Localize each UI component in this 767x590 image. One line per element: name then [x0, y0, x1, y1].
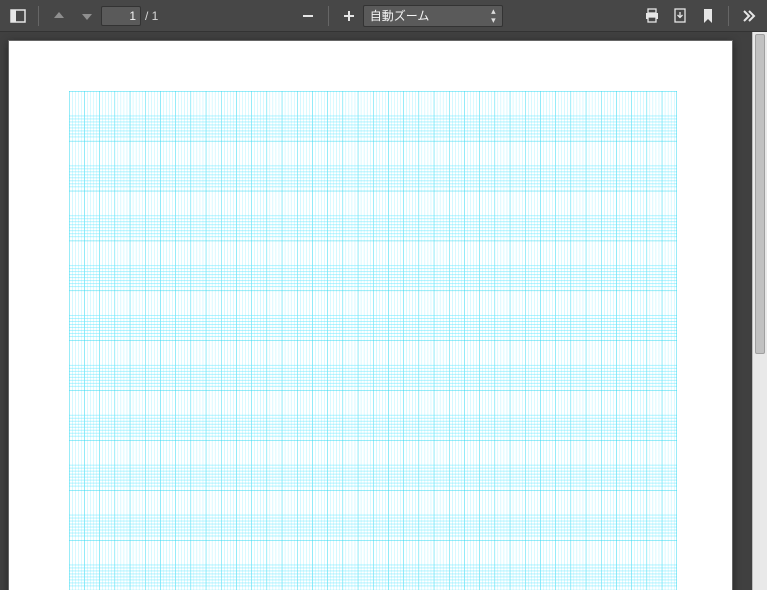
print-icon	[644, 8, 660, 24]
download-button[interactable]	[666, 2, 694, 30]
previous-page-button[interactable]	[45, 2, 73, 30]
zoom-in-button[interactable]	[335, 2, 363, 30]
arrow-down-icon	[80, 9, 94, 23]
page-number-input[interactable]	[101, 6, 141, 26]
download-icon	[672, 8, 688, 24]
separator	[728, 6, 729, 26]
minus-icon	[301, 9, 315, 23]
scrollbar-thumb[interactable]	[755, 34, 765, 354]
separator	[38, 6, 39, 26]
print-button[interactable]	[638, 2, 666, 30]
vertical-scrollbar[interactable]	[752, 32, 767, 590]
more-tools-button[interactable]	[735, 2, 763, 30]
sidebar-toggle-button[interactable]	[4, 2, 32, 30]
zoom-select[interactable]: 自動ズーム ▴▾	[363, 5, 503, 27]
zoom-out-button[interactable]	[294, 2, 322, 30]
document-viewport[interactable]	[0, 32, 752, 590]
bookmark-icon	[701, 8, 715, 24]
bookmark-button[interactable]	[694, 2, 722, 30]
zoom-select-label: 自動ズーム	[370, 7, 430, 24]
toolbar: / 1 自動ズーム ▴▾	[0, 0, 767, 32]
separator	[328, 6, 329, 26]
chevron-updown-icon: ▴▾	[491, 7, 496, 25]
page-total-label: / 1	[145, 9, 158, 23]
arrow-up-icon	[52, 9, 66, 23]
chevrons-right-icon	[741, 8, 757, 24]
next-page-button[interactable]	[73, 2, 101, 30]
document-content-grid	[69, 91, 677, 590]
page-canvas	[8, 40, 733, 590]
sidebar-toggle-icon	[10, 8, 26, 24]
plus-icon	[342, 9, 356, 23]
viewer-area	[0, 32, 767, 590]
